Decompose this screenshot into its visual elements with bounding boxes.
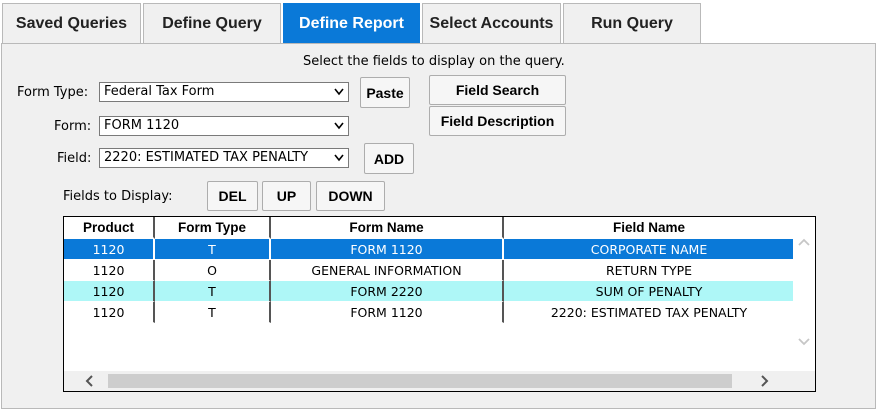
define-report-panel: Select the fields to display on the quer… xyxy=(1,43,876,409)
cell-field-name: 2220: ESTIMATED TAX PENALTY xyxy=(504,302,794,323)
form-type-label: Form Type: xyxy=(17,85,89,100)
chevron-down-icon xyxy=(334,122,344,130)
cell-form-name: FORM 1120 xyxy=(271,302,504,323)
cell-form-type: T xyxy=(155,239,271,260)
cell-form-type: T xyxy=(155,281,271,302)
cell-field-name: SUM OF PENALTY xyxy=(504,281,794,302)
chevron-up-icon[interactable] xyxy=(797,237,811,247)
paste-button[interactable]: Paste xyxy=(360,77,410,108)
table-row[interactable]: 1120 T FORM 1120 2220: ESTIMATED TAX PEN… xyxy=(64,302,794,323)
cell-field-name: RETURN TYPE xyxy=(504,260,794,281)
tab-run-query[interactable]: Run Query xyxy=(563,3,701,43)
move-up-button[interactable]: UP xyxy=(262,181,311,211)
form-label: Form: xyxy=(54,119,92,134)
form-value: FORM 1120 xyxy=(104,118,180,133)
tab-saved-queries[interactable]: Saved Queries xyxy=(2,3,141,43)
move-down-button[interactable]: DOWN xyxy=(316,181,385,211)
vertical-scrollbar[interactable] xyxy=(793,217,815,371)
column-header-form-type[interactable]: Form Type xyxy=(155,217,271,239)
instruction-text: Select the fields to display on the quer… xyxy=(303,54,565,69)
table-row[interactable]: 1120 O GENERAL INFORMATION RETURN TYPE xyxy=(64,260,794,281)
horizontal-scrollbar[interactable] xyxy=(64,371,815,391)
field-select[interactable]: 2220: ESTIMATED TAX PENALTY xyxy=(99,148,349,168)
form-select[interactable]: FORM 1120 xyxy=(99,116,349,136)
horizontal-scroll-thumb[interactable] xyxy=(108,374,732,388)
chevron-right-icon[interactable] xyxy=(760,375,770,387)
form-type-value: Federal Tax Form xyxy=(104,84,215,99)
field-label: Field: xyxy=(57,151,92,166)
column-header-form-name[interactable]: Form Name xyxy=(271,217,504,239)
tab-define-report[interactable]: Define Report xyxy=(283,3,420,43)
field-search-button[interactable]: Field Search xyxy=(429,75,566,105)
fields-table: Product Form Type Form Name Field Name 1… xyxy=(64,217,794,323)
cell-product: 1120 xyxy=(64,239,155,260)
cell-product: 1120 xyxy=(64,281,155,302)
cell-form-name: FORM 1120 xyxy=(271,239,504,260)
cell-product: 1120 xyxy=(64,302,155,323)
field-value: 2220: ESTIMATED TAX PENALTY xyxy=(104,150,309,165)
add-button[interactable]: ADD xyxy=(364,143,414,174)
column-header-field-name[interactable]: Field Name xyxy=(504,217,794,239)
cell-form-name: GENERAL INFORMATION xyxy=(271,260,504,281)
chevron-down-icon xyxy=(334,154,344,162)
cell-form-type: O xyxy=(155,260,271,281)
fields-to-display-label: Fields to Display: xyxy=(63,189,173,204)
tab-select-accounts[interactable]: Select Accounts xyxy=(422,3,561,43)
tab-define-query[interactable]: Define Query xyxy=(143,3,281,43)
column-header-product[interactable]: Product xyxy=(64,217,155,239)
table-row[interactable]: 1120 T FORM 1120 CORPORATE NAME xyxy=(64,239,794,260)
cell-product: 1120 xyxy=(64,260,155,281)
cell-form-name: FORM 2220 xyxy=(271,281,504,302)
form-type-select[interactable]: Federal Tax Form xyxy=(99,82,349,102)
fields-grid: Product Form Type Form Name Field Name 1… xyxy=(63,216,816,392)
chevron-left-icon[interactable] xyxy=(84,375,94,387)
field-description-button[interactable]: Field Description xyxy=(429,106,566,136)
chevron-down-icon[interactable] xyxy=(797,337,811,347)
table-header-row: Product Form Type Form Name Field Name xyxy=(64,217,794,239)
cell-form-type: T xyxy=(155,302,271,323)
chevron-down-icon xyxy=(334,88,344,96)
table-row[interactable]: 1120 T FORM 2220 SUM OF PENALTY xyxy=(64,281,794,302)
delete-button[interactable]: DEL xyxy=(207,181,258,211)
cell-field-name: CORPORATE NAME xyxy=(504,239,794,260)
